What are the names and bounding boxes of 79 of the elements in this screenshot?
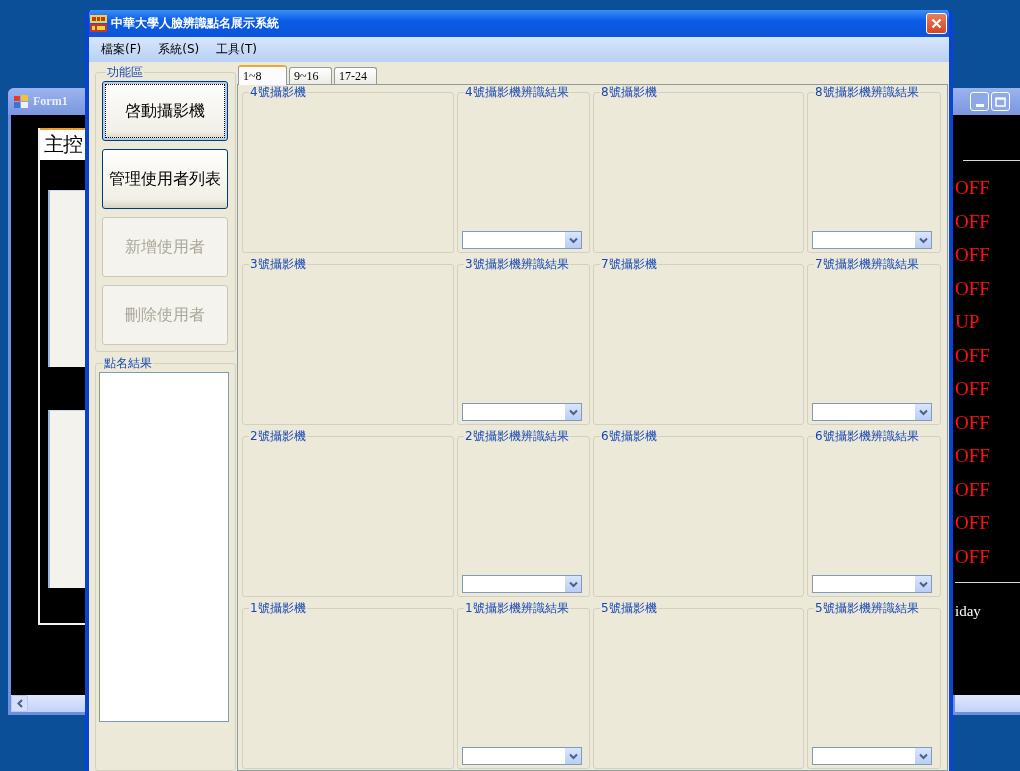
- function-button[interactable]: 管理使用者列表: [102, 149, 228, 209]
- status-text: OFF: [955, 176, 991, 200]
- dropdown-button[interactable]: [914, 232, 931, 248]
- group-title: 5號攝影機辨識結果: [814, 601, 920, 615]
- caret-icon: [16, 699, 23, 708]
- scroll-left-button[interactable]: [11, 695, 28, 712]
- dropdown-button[interactable]: [564, 748, 581, 764]
- status-text: OFF: [955, 343, 991, 368]
- caret-icon: [918, 408, 928, 416]
- group-title: 5號攝影機: [600, 601, 658, 615]
- caret-icon: [568, 752, 578, 760]
- status-text: OFF: [955, 544, 991, 569]
- caret-icon: [568, 408, 578, 416]
- maximize-button[interactable]: [991, 92, 1010, 111]
- dropdown-field[interactable]: [812, 747, 932, 765]
- status-text: OFF: [955, 477, 991, 502]
- tab[interactable]: 主控: [40, 128, 85, 160]
- group-title: 6號攝影機辨識結果: [814, 429, 920, 443]
- caret-icon: [918, 752, 928, 760]
- horizontal-scrollbar[interactable]: [11, 695, 85, 712]
- minimize-icon: [975, 104, 984, 107]
- group-title: 7號攝影機: [600, 257, 658, 271]
- group-title: 4號攝影機: [249, 85, 307, 99]
- group-title: 2號攝影機: [249, 429, 307, 443]
- app-logo-icon: [90, 15, 107, 32]
- status-text: OFF: [955, 511, 991, 535]
- group-title: 6號攝影機: [600, 429, 658, 443]
- horizontal-scrollbar[interactable]: [955, 695, 1020, 712]
- group-title: 3號攝影機: [249, 257, 307, 271]
- group-title: 7號攝影機辨識結果: [814, 257, 920, 271]
- group-title: 功能區: [106, 65, 144, 79]
- group-title: 1號攝影機: [249, 601, 307, 615]
- tab[interactable]: 17-24: [334, 67, 377, 84]
- group-title: 3號攝影機辨識結果: [464, 257, 570, 271]
- dropdown-button[interactable]: [564, 576, 581, 592]
- group-title: 2號攝影機辨識結果: [464, 429, 570, 443]
- group-title: 8號攝影機: [600, 85, 658, 99]
- dropdown-field[interactable]: [812, 231, 932, 249]
- window-title: 中華大學人臉辨識點名展示系統: [111, 15, 279, 32]
- minimize-button[interactable]: [970, 92, 989, 111]
- maximize-icon: [995, 96, 1006, 107]
- group-title: 點名結果: [103, 356, 153, 370]
- day-text: iday: [955, 602, 982, 621]
- tab[interactable]: 9~16: [289, 67, 332, 84]
- dropdown-field[interactable]: [462, 747, 582, 765]
- dropdown-button[interactable]: [914, 404, 931, 420]
- tab[interactable]: 1~8: [238, 65, 287, 85]
- close-icon: [931, 18, 942, 29]
- dropdown-button[interactable]: [564, 404, 581, 420]
- status-text: OFF: [955, 444, 991, 468]
- dropdown-button[interactable]: [564, 232, 581, 248]
- menu-item[interactable]: 檔案(F): [101, 41, 142, 58]
- group-title: 8號攝影機辨識結果: [814, 85, 920, 99]
- dropdown-field[interactable]: [812, 403, 932, 421]
- status-text: OFF: [955, 410, 991, 435]
- status-text: OFF: [955, 209, 991, 234]
- result-list[interactable]: [99, 372, 229, 722]
- dropdown-field[interactable]: [812, 575, 932, 593]
- status-text: OFF: [955, 276, 991, 301]
- group-title: 4號攝影機辨識結果: [464, 85, 570, 99]
- dropdown-field[interactable]: [462, 403, 582, 421]
- caret-icon: [568, 580, 578, 588]
- status-text: OFF: [955, 243, 991, 267]
- dropdown-button[interactable]: [914, 748, 931, 764]
- dropdown-button[interactable]: [914, 576, 931, 592]
- status-text: UP: [955, 310, 981, 334]
- function-button[interactable]: 啓動攝影機: [102, 81, 228, 141]
- status-text: OFF: [955, 377, 991, 401]
- dropdown-field[interactable]: [462, 575, 582, 593]
- group-title: 1號攝影機辨識結果: [464, 601, 570, 615]
- app-icon: [14, 95, 28, 108]
- close-button[interactable]: [926, 13, 947, 34]
- menu-item[interactable]: 工具(T): [216, 41, 257, 58]
- window-title: Form1: [33, 94, 68, 109]
- dropdown-field[interactable]: [462, 231, 582, 249]
- menu-item[interactable]: 系統(S): [158, 41, 200, 58]
- caret-icon: [918, 580, 928, 588]
- caret-icon: [918, 236, 928, 244]
- caret-icon: [568, 236, 578, 244]
